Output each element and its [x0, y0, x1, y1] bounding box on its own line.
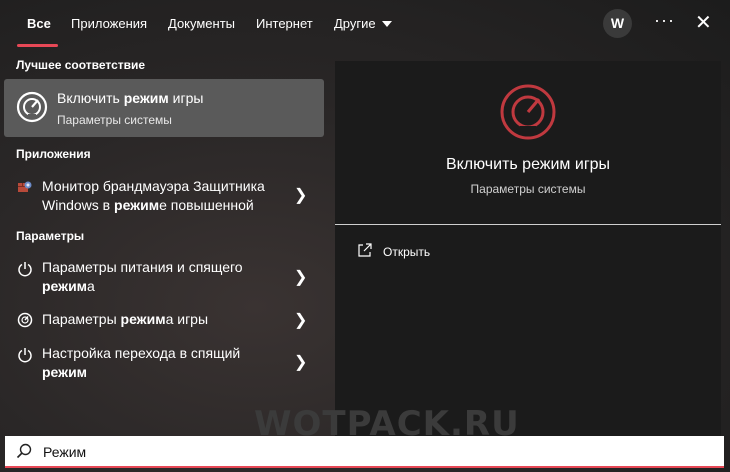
- label-line: Параметры питания и спящего: [42, 259, 243, 275]
- label-part: Параметры: [42, 311, 121, 327]
- close-icon[interactable]: ✕: [695, 10, 712, 35]
- settings-item-power-sleep[interactable]: Параметры питания и спящего режима ❯: [0, 257, 324, 297]
- best-match-title: Включить режим игры: [57, 90, 203, 106]
- best-match-item[interactable]: Включить режим игры Параметры системы: [4, 79, 324, 137]
- gamebar-icon: [497, 81, 559, 148]
- divider: [335, 224, 721, 225]
- chevron-right-icon[interactable]: ❯: [294, 185, 307, 205]
- label-highlight: режим: [42, 364, 88, 380]
- filter-tabs: Все Приложения Документы Интернет Другие…: [0, 0, 730, 48]
- label-highlight: режим: [42, 278, 88, 294]
- chevron-right-icon[interactable]: ❯: [294, 310, 307, 330]
- open-icon: [357, 242, 373, 263]
- open-action[interactable]: Открыть: [357, 242, 507, 262]
- open-label: Открыть: [383, 245, 431, 259]
- section-settings: Параметры: [16, 229, 85, 243]
- title-part: Включить: [57, 90, 124, 106]
- label-highlight: режим: [120, 311, 166, 327]
- tab-documents[interactable]: Документы: [168, 0, 235, 48]
- tab-more-label: Другие: [334, 16, 376, 31]
- power-icon: [17, 261, 33, 282]
- settings-item-game-mode[interactable]: Параметры режима игры ❯: [0, 309, 324, 331]
- tab-apps[interactable]: Приложения: [71, 0, 147, 48]
- best-match-subtitle: Параметры системы: [57, 113, 172, 127]
- tab-more[interactable]: Другие: [334, 0, 392, 48]
- label-line: Настройка перехода в спящий: [42, 345, 241, 361]
- chevron-right-icon[interactable]: ❯: [294, 267, 307, 287]
- search-box[interactable]: [5, 436, 724, 468]
- settings-item-label: Настройка перехода в спящий режим: [42, 344, 287, 382]
- firewall-icon: [17, 180, 33, 201]
- power-icon: [17, 347, 33, 368]
- label-part: а игры: [165, 311, 209, 327]
- settings-item-label: Параметры питания и спящего режима: [42, 258, 287, 296]
- section-best-match: Лучшее соответствие: [16, 58, 146, 72]
- account-avatar[interactable]: W: [603, 9, 632, 38]
- active-tab-indicator: [17, 44, 58, 47]
- detail-pane: Включить режим игры Параметры системы От…: [335, 61, 721, 436]
- label-highlight: режим: [114, 197, 160, 213]
- detail-title: Включить режим игры: [445, 156, 611, 173]
- label-line: Монитор брандмауэра Защитника: [42, 178, 265, 194]
- app-item-firewall-monitor[interactable]: Монитор брандмауэра Защитника Windows в р…: [0, 175, 324, 215]
- start-search-window: Все Приложения Документы Интернет Другие…: [0, 0, 730, 472]
- app-item-label: Монитор брандмауэра Защитника Windows в р…: [42, 177, 287, 215]
- label-part: а: [87, 278, 95, 294]
- settings-item-sleep-transition[interactable]: Настройка перехода в спящий режим ❯: [0, 343, 324, 383]
- gamemode-icon: [17, 312, 33, 333]
- label-part: е повышенной: [159, 197, 254, 213]
- search-icon: [16, 443, 32, 464]
- settings-item-label: Параметры режима игры: [42, 310, 287, 329]
- section-apps: Приложения: [16, 147, 91, 161]
- title-highlight: режим: [123, 90, 169, 106]
- search-input[interactable]: [41, 440, 645, 464]
- title-part: игры: [168, 90, 204, 106]
- detail-subtitle: Параметры системы: [470, 182, 586, 196]
- gamebar-icon: [14, 89, 50, 130]
- tab-all[interactable]: Все: [27, 0, 51, 48]
- chevron-down-icon: [381, 21, 392, 27]
- label-part: Windows в: [42, 197, 115, 213]
- chevron-right-icon[interactable]: ❯: [294, 352, 307, 372]
- more-options-icon[interactable]: ···: [654, 10, 675, 31]
- tab-web[interactable]: Интернет: [256, 0, 313, 48]
